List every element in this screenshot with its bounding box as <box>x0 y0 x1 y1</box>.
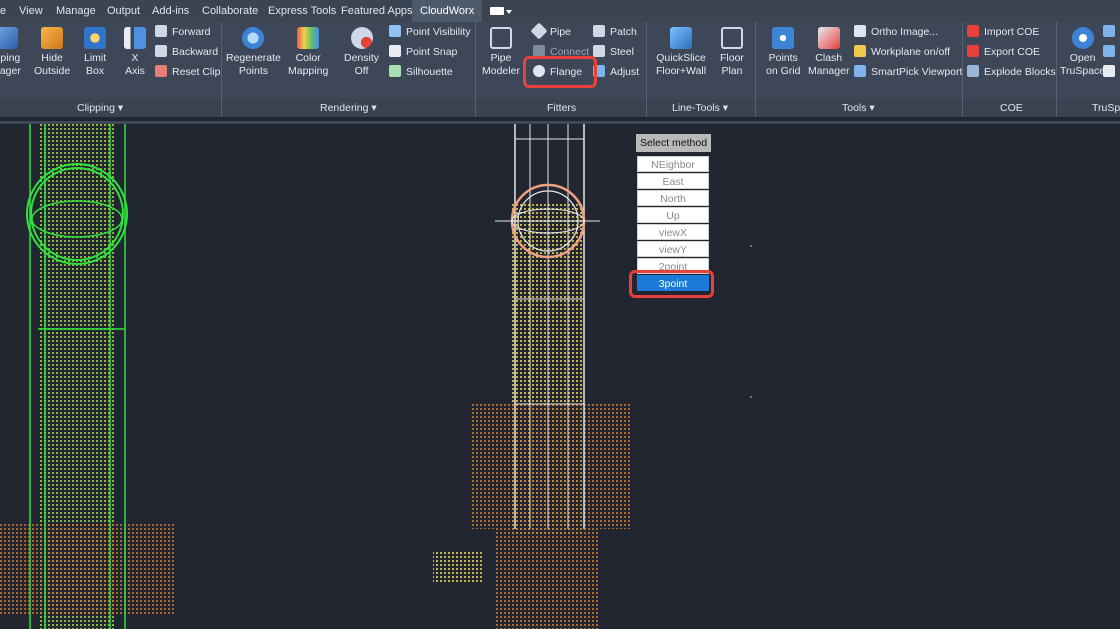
menu-item-north[interactable]: North <box>637 190 709 206</box>
ribbon-tabs: e View Manage Output Add-ins Collaborate… <box>0 0 1120 22</box>
limit-box-button[interactable]: Limit Box <box>84 27 106 78</box>
tab-manage[interactable]: Manage <box>56 0 96 22</box>
explode-blocks-icon <box>967 65 979 77</box>
import-coe-button[interactable]: Import COE <box>967 24 1039 40</box>
explode-blocks-button[interactable]: Explode Blocks <box>967 64 1056 80</box>
pipe-icon <box>530 22 548 40</box>
density-off-icon <box>350 27 373 49</box>
quickslice-button[interactable]: QuickSlice Floor+Wall <box>656 27 706 78</box>
points-on-grid-icon <box>772 27 795 49</box>
menu-item-viewx[interactable]: viewX <box>637 224 709 240</box>
point-snap-icon <box>389 45 401 57</box>
chevron-down-icon <box>506 10 512 14</box>
point-snap-button[interactable]: Point Snap <box>389 44 457 60</box>
patch-icon <box>593 25 605 37</box>
tools-panel-label[interactable]: Tools ▾ <box>842 99 875 117</box>
backward-button[interactable]: Backward <box>155 44 218 60</box>
floor-plan-icon <box>720 27 743 49</box>
forward-icon <box>155 25 167 37</box>
steel-button[interactable]: Steel <box>593 44 634 60</box>
tab-add-ins[interactable]: Add-ins <box>152 0 189 22</box>
clash-manager-icon <box>817 27 840 49</box>
tab-cloudworx[interactable]: CloudWorx <box>412 0 483 22</box>
menu-item-up[interactable]: Up <box>637 207 709 223</box>
export-coe-button[interactable]: Export COE <box>967 44 1040 60</box>
truspace-panel-label: TruSpa <box>1092 102 1120 114</box>
color-mapping-button[interactable]: Color Mapping <box>288 27 328 78</box>
coe-panel-label: COE <box>1000 102 1023 114</box>
adjust-button[interactable]: Adjust <box>593 64 639 80</box>
steel-icon <box>593 45 605 57</box>
smartpick-icon <box>854 65 866 77</box>
quickslice-icon <box>670 27 693 49</box>
rendering-panel-label[interactable]: Rendering ▾ <box>320 99 377 117</box>
ortho-image-button[interactable]: Ortho Image... <box>854 24 938 40</box>
tab-output[interactable]: Output <box>107 0 140 22</box>
density-off-button[interactable]: Density Off <box>344 27 379 78</box>
left-pipe-cloud <box>0 124 175 629</box>
regenerate-points-button[interactable]: Regenerate Points <box>226 27 281 78</box>
tab-collaborate[interactable]: Collaborate <box>202 0 258 22</box>
select-method-title: Select method <box>636 134 711 152</box>
menu-item-neighbor[interactable]: NEighbor <box>637 156 709 172</box>
workspace-switch-icon[interactable] <box>490 7 504 15</box>
forward-button[interactable]: Forward <box>155 24 211 40</box>
fitters-panel-label: Fitters <box>547 102 577 114</box>
x-axis-icon <box>124 27 146 49</box>
floor-plan-button[interactable]: Floor Plan <box>720 27 744 78</box>
smartpick-viewport-button[interactable]: SmartPick Viewport <box>854 64 962 80</box>
import-coe-icon <box>967 25 979 37</box>
truspace-icon <box>1071 27 1094 49</box>
point-visibility-icon <box>389 25 401 37</box>
color-mapping-icon <box>297 27 320 49</box>
x-axis-button[interactable]: X Axis <box>124 27 146 78</box>
silhouette-button[interactable]: Silhouette <box>389 64 453 80</box>
tab-express-tools[interactable]: Express Tools <box>268 0 336 22</box>
menu-item-viewy[interactable]: viewY <box>637 241 709 257</box>
clipping-manager-button[interactable]: pping nager <box>0 27 21 78</box>
workplane-icon <box>854 45 866 57</box>
truspace-small-1-icon[interactable] <box>1103 24 1120 40</box>
truspace-small-2-icon[interactable] <box>1103 44 1120 60</box>
limit-box-icon <box>84 27 107 49</box>
silhouette-icon <box>389 65 401 77</box>
menu-item-east[interactable]: East <box>637 173 709 189</box>
points-on-grid-button[interactable]: Points on Grid <box>766 27 800 78</box>
truspace-small-3-icon[interactable] <box>1103 64 1120 80</box>
point-visibility-button[interactable]: Point Visibility <box>389 24 471 40</box>
clipping-panel-label[interactable]: Clipping ▾ <box>77 99 123 117</box>
center-pipe-cloud <box>433 124 630 629</box>
ortho-image-icon <box>854 25 866 37</box>
flange-highlight <box>523 56 597 88</box>
tab-featured-apps[interactable]: Featured Apps <box>341 0 413 22</box>
clash-manager-button[interactable]: Clash Manager <box>808 27 849 78</box>
clipping-manager-icon <box>0 27 19 49</box>
pipe-button[interactable]: Pipe <box>530 22 571 40</box>
model-viewport[interactable] <box>0 121 1120 629</box>
export-coe-icon <box>967 45 979 57</box>
workplane-button[interactable]: Workplane on/off <box>854 44 950 60</box>
pipe-modeler-icon <box>489 27 512 49</box>
pipe-modeler-button[interactable]: Pipe Modeler <box>482 27 520 78</box>
reset-clip-icon <box>155 65 167 77</box>
reset-clip-button[interactable]: Reset Clip <box>155 64 220 80</box>
tab-e[interactable]: e <box>0 0 6 22</box>
open-truspace-button[interactable]: Open TruSpace <box>1060 27 1105 78</box>
tab-view[interactable]: View <box>19 0 43 22</box>
hide-outside-icon <box>41 27 64 49</box>
backward-icon <box>155 45 167 57</box>
hide-outside-button[interactable]: Hide Outside <box>34 27 70 78</box>
regenerate-points-icon <box>242 27 265 49</box>
3point-highlight <box>629 270 714 298</box>
point-cloud-scene[interactable] <box>0 124 1120 629</box>
line-tools-panel-label[interactable]: Line-Tools ▾ <box>672 99 728 117</box>
patch-button[interactable]: Patch <box>593 24 637 40</box>
